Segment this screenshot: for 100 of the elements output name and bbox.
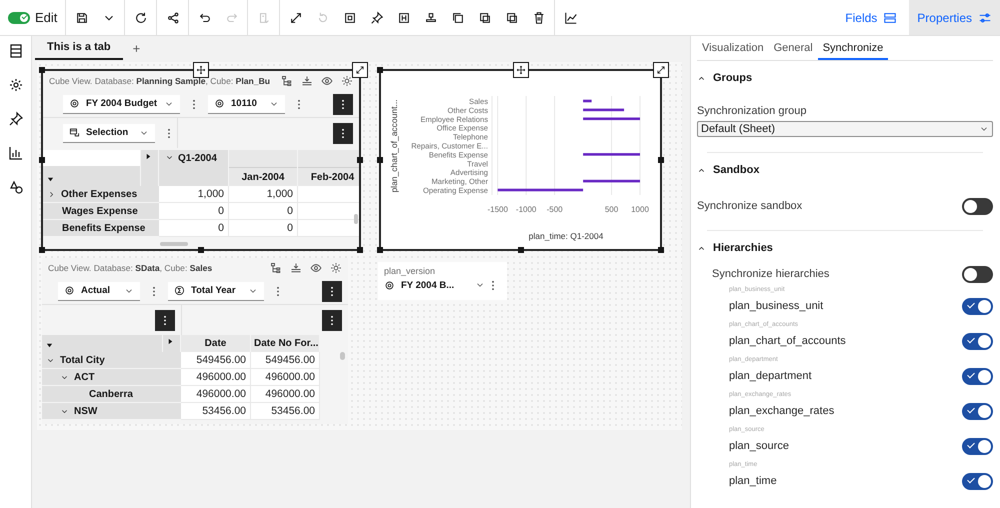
properties-tab[interactable]: Visualization bbox=[697, 42, 769, 60]
toggle-switch[interactable] bbox=[962, 472, 993, 490]
member-dropdown[interactable]: FY 2004 Budget bbox=[63, 94, 180, 114]
play-triangle-icon[interactable] bbox=[167, 338, 174, 345]
member-dropdown[interactable]: 10110 bbox=[208, 94, 285, 114]
bring-to-front-icon[interactable] bbox=[478, 10, 492, 24]
toggle-switch[interactable] bbox=[962, 266, 993, 282]
move-handle[interactable] bbox=[512, 62, 528, 78]
dropdown-triangle-icon[interactable] bbox=[46, 342, 53, 349]
toggle-switch[interactable] bbox=[962, 332, 993, 350]
resize-handle[interactable] bbox=[377, 247, 383, 253]
section-header[interactable]: Groups bbox=[697, 71, 993, 85]
list-icon[interactable] bbox=[8, 43, 24, 59]
resize-handle[interactable] bbox=[377, 157, 383, 163]
column-header[interactable]: Date bbox=[181, 335, 251, 352]
share-icon[interactable] bbox=[166, 10, 180, 24]
sun-icon[interactable] bbox=[8, 77, 24, 93]
insert-row-icon[interactable] bbox=[301, 75, 313, 87]
kebab-icon[interactable] bbox=[330, 314, 334, 326]
section-header[interactable]: Hierarchies bbox=[697, 241, 993, 255]
row-header[interactable]: Canberra bbox=[42, 386, 181, 403]
play-triangle-icon[interactable] bbox=[145, 153, 152, 160]
member-dropdown[interactable]: Selection bbox=[63, 124, 155, 142]
toggle-switch[interactable] bbox=[962, 402, 993, 420]
kebab-icon[interactable] bbox=[491, 280, 495, 290]
resize-handle[interactable] bbox=[39, 67, 45, 73]
line-chart-icon[interactable] bbox=[564, 10, 578, 24]
toggle-switch[interactable] bbox=[8, 12, 30, 24]
resize-handle[interactable] bbox=[377, 67, 383, 73]
add-tab-button[interactable]: + bbox=[124, 40, 148, 56]
section-header[interactable]: Sandbox bbox=[697, 163, 993, 177]
resize-handle[interactable] bbox=[39, 247, 45, 253]
more-button[interactable] bbox=[322, 310, 342, 330]
kebab-icon[interactable] bbox=[152, 286, 156, 296]
refresh-icon[interactable] bbox=[134, 10, 148, 24]
toggle-switch[interactable] bbox=[962, 198, 993, 214]
maximize-button[interactable] bbox=[653, 62, 669, 78]
move-handle[interactable] bbox=[193, 62, 209, 78]
more-button[interactable] bbox=[322, 280, 342, 302]
row-header[interactable]: NSW bbox=[42, 403, 181, 420]
resize-handle[interactable] bbox=[357, 157, 363, 163]
column-header[interactable]: Q1-2004 bbox=[159, 150, 229, 186]
kebab-icon[interactable] bbox=[341, 98, 345, 110]
hierarchy-icon[interactable] bbox=[270, 262, 282, 274]
dropdown-triangle-icon[interactable] bbox=[47, 176, 54, 183]
resize-handle[interactable] bbox=[357, 247, 363, 253]
settings-icon[interactable] bbox=[341, 75, 353, 87]
resize-handle[interactable] bbox=[518, 247, 524, 253]
hierarchy-icon[interactable] bbox=[281, 75, 293, 87]
fields-button[interactable]: Fields bbox=[833, 0, 910, 35]
toggle-switch[interactable] bbox=[962, 438, 993, 454]
scrollbar-thumb[interactable] bbox=[160, 242, 188, 246]
sheet-tab[interactable]: This is a tab bbox=[35, 36, 123, 60]
settings-icon[interactable] bbox=[330, 262, 342, 274]
delete-icon[interactable] bbox=[532, 10, 546, 24]
resize-handle[interactable] bbox=[198, 247, 204, 253]
column-header[interactable]: Jan-2004 bbox=[229, 150, 298, 186]
row-header[interactable]: ACT bbox=[42, 369, 181, 386]
member-dropdown[interactable]: Actual bbox=[58, 282, 140, 300]
row-header[interactable]: Other Expenses bbox=[43, 186, 159, 203]
toggle-switch[interactable] bbox=[962, 368, 993, 384]
eye-icon[interactable] bbox=[321, 75, 333, 87]
resize-handle[interactable] bbox=[658, 247, 664, 253]
kebab-icon[interactable] bbox=[330, 286, 334, 296]
frame-icon[interactable] bbox=[396, 10, 411, 24]
kebab-icon[interactable] bbox=[297, 98, 301, 110]
send-to-back-icon[interactable] bbox=[504, 10, 519, 24]
kebab-icon[interactable] bbox=[341, 128, 345, 138]
maximize-button[interactable] bbox=[352, 62, 368, 78]
group-select[interactable]: Default (Sheet) bbox=[697, 121, 993, 137]
properties-button[interactable]: Properties bbox=[909, 0, 1000, 35]
kebab-icon[interactable] bbox=[192, 98, 196, 110]
kebab-icon[interactable] bbox=[167, 128, 171, 138]
more-button[interactable] bbox=[155, 310, 175, 330]
column-header[interactable]: Date No For... bbox=[251, 335, 320, 352]
eye-icon[interactable] bbox=[310, 262, 322, 274]
pin-icon[interactable] bbox=[8, 111, 24, 127]
more-button[interactable] bbox=[333, 122, 353, 144]
column-header[interactable]: Feb-2004 bbox=[298, 150, 359, 186]
copy-icon[interactable] bbox=[450, 10, 465, 24]
member-dropdown[interactable]: Total Year bbox=[168, 282, 264, 300]
stamp-icon[interactable] bbox=[424, 10, 438, 24]
properties-tab[interactable]: Synchronize bbox=[818, 42, 888, 60]
kebab-icon[interactable] bbox=[276, 286, 280, 296]
more-button[interactable] bbox=[333, 94, 353, 114]
properties-tab[interactable]: General bbox=[768, 42, 818, 60]
scrollbar-thumb[interactable] bbox=[354, 214, 358, 224]
kebab-icon[interactable] bbox=[163, 314, 167, 326]
resize-handle[interactable] bbox=[658, 157, 664, 163]
row-header[interactable]: Benefits Expense bbox=[43, 220, 159, 237]
fit-icon[interactable] bbox=[342, 10, 357, 24]
row-header[interactable]: Total City bbox=[42, 352, 181, 369]
row-header[interactable]: Wages Expense bbox=[43, 203, 159, 220]
bar-chart-icon[interactable] bbox=[8, 145, 24, 161]
toggle-switch[interactable] bbox=[962, 298, 993, 314]
resize-handle[interactable] bbox=[39, 157, 45, 163]
insert-row-icon[interactable] bbox=[290, 262, 302, 274]
expand-icon[interactable] bbox=[288, 10, 303, 24]
pin-icon[interactable] bbox=[370, 10, 384, 24]
shapes-icon[interactable] bbox=[8, 179, 24, 195]
